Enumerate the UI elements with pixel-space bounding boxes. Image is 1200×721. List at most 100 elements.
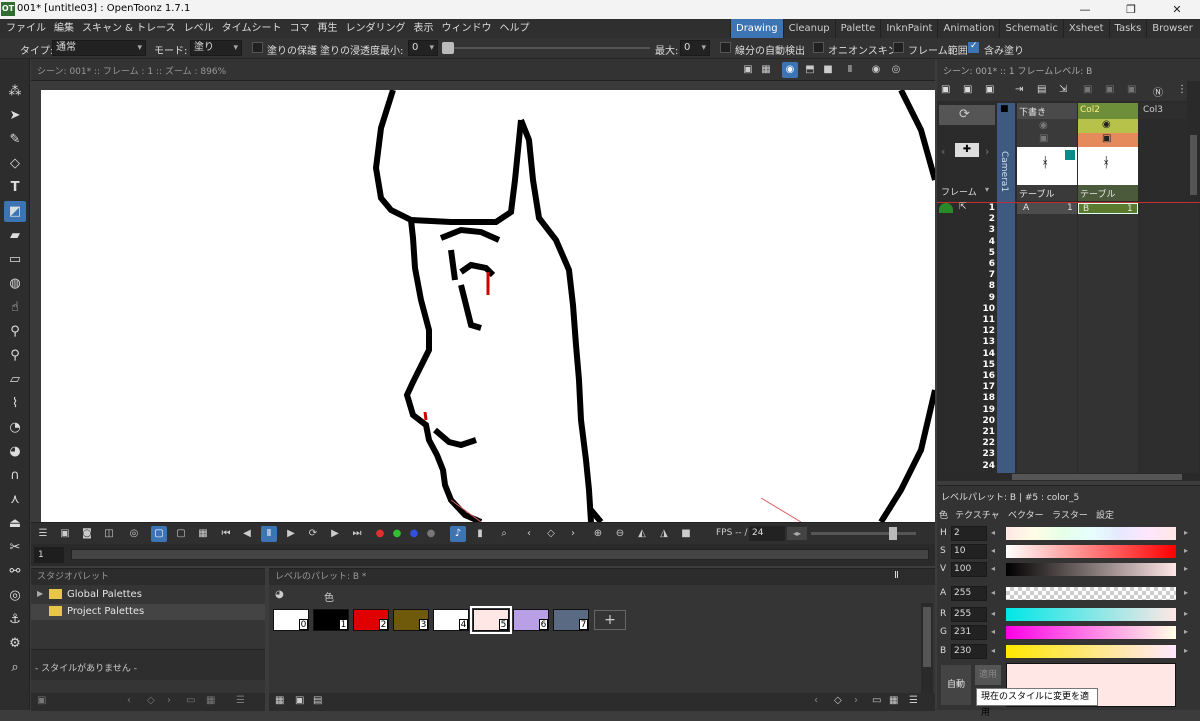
room-tab-cleanup[interactable]: Cleanup [782, 19, 835, 38]
row-number[interactable]: 14 [957, 349, 995, 360]
prev-icon[interactable]: ‹ [941, 145, 945, 158]
grid-icon[interactable]: ▦ [206, 695, 215, 706]
channel-slider[interactable] [1006, 545, 1176, 558]
decrement-icon[interactable]: ◂ [991, 528, 995, 537]
room-tab-animation[interactable]: Animation [937, 19, 999, 38]
iron-tool-icon[interactable]: ⏏ [4, 513, 26, 534]
increment-icon[interactable]: ▸ [1184, 546, 1188, 555]
column-pegbar-1[interactable]: テーブル [1017, 185, 1077, 201]
menu-item[interactable]: ファイル [2, 19, 50, 38]
style-tab[interactable]: 色 [939, 508, 948, 521]
room-tab-xsheet[interactable]: Xsheet [1062, 19, 1109, 38]
bg-black-icon[interactable]: ▢ [173, 526, 189, 542]
eye-icon[interactable]: ◉ [1039, 120, 1048, 131]
new-memo-button[interactable]: ✚ [955, 143, 979, 157]
style-swatch[interactable]: 6 [513, 609, 549, 631]
row-number[interactable]: 6 [957, 259, 995, 270]
cell-2-1[interactable]: B 1 [1078, 203, 1138, 214]
row-number[interactable]: 23 [957, 449, 995, 460]
range-checkbox[interactable] [893, 42, 904, 53]
new-raster-icon[interactable]: ▣ [985, 84, 994, 95]
style-tab[interactable]: 設定 [1096, 508, 1114, 521]
row-number[interactable]: 9 [957, 293, 995, 304]
decrement-icon[interactable]: ◂ [991, 546, 995, 555]
freeze-icon[interactable]: Ⅱ [842, 62, 858, 78]
row-number[interactable]: 15 [957, 360, 995, 371]
style-swatch[interactable]: 2 [353, 609, 389, 631]
prev-frame-icon[interactable]: ◀ [239, 526, 255, 542]
room-tab-drawing[interactable]: Drawing [730, 19, 783, 38]
onion-checkbox[interactable] [813, 42, 824, 53]
column-camstand-toggle-2[interactable]: ▣ [1078, 133, 1138, 147]
cell-1-1[interactable]: A 1 [1017, 203, 1077, 214]
cutter-tool-icon[interactable]: ✂ [4, 537, 26, 558]
row-number[interactable]: 5 [957, 248, 995, 259]
channel-field[interactable]: 255 [951, 586, 987, 601]
apply-button[interactable]: 適用 [975, 665, 1001, 685]
channel-field[interactable]: 231 [951, 625, 987, 640]
viewer-area[interactable] [31, 81, 935, 522]
increment-icon[interactable]: ▸ [1184, 609, 1188, 618]
min-field[interactable]: 0 [408, 40, 438, 56]
channel-slider[interactable] [1006, 563, 1176, 576]
menu-item[interactable]: コマ [285, 19, 313, 38]
column-header-1[interactable]: 下書き [1017, 103, 1077, 119]
frame-slider[interactable] [71, 549, 929, 560]
xsheet-h-scrollbar[interactable] [937, 473, 1200, 481]
row-number[interactable]: 12 [957, 326, 995, 337]
decrement-icon[interactable]: ◂ [991, 609, 995, 618]
row-number[interactable]: 13 [957, 337, 995, 348]
menu-item[interactable]: ウィンドウ [437, 19, 495, 38]
increment-icon[interactable]: ▸ [1184, 528, 1188, 537]
decrement-icon[interactable]: ◂ [991, 588, 995, 597]
row-number[interactable]: 2 [957, 214, 995, 225]
increment-icon[interactable]: ▸ [1184, 646, 1188, 655]
fps-stepper[interactable]: ◂▸ [787, 527, 807, 540]
blue-channel-icon[interactable]: ● [406, 526, 422, 542]
brush-tool-icon[interactable]: ✎ [4, 129, 26, 150]
decrement-icon[interactable]: ◂ [991, 646, 995, 655]
finger-tool-icon[interactable]: ☝ [4, 297, 26, 318]
camera-stand-icon[interactable]: ◉ [782, 62, 798, 78]
increment-icon[interactable]: ▸ [1184, 588, 1188, 597]
field-guide-icon[interactable]: ▦ [758, 62, 774, 78]
channel-field[interactable]: 10 [951, 544, 987, 559]
green-channel-icon[interactable]: ● [389, 526, 405, 542]
style-swatch[interactable]: 0 [273, 609, 309, 631]
next-icon[interactable]: › [985, 145, 989, 158]
paint-brush-tool-icon[interactable]: ▰ [4, 225, 26, 246]
row-number[interactable]: 16 [957, 371, 995, 382]
3d-view-icon[interactable]: ⬒ [802, 62, 818, 78]
tree-item-project[interactable]: Project Palettes [31, 604, 265, 620]
view-icon[interactable]: ▭ [872, 695, 881, 706]
column-pegbar-2[interactable]: テーブル [1078, 185, 1138, 201]
menu-icon[interactable]: ☰ [909, 695, 918, 706]
step-icon[interactable]: ▣ [1127, 84, 1136, 95]
room-tab-schematic[interactable]: Schematic [999, 19, 1062, 38]
menu-item[interactable]: タイムシート [218, 19, 286, 38]
skeleton-tool-icon[interactable]: ⚯ [4, 561, 26, 582]
freeze-icon[interactable]: Ⅱ [894, 570, 899, 581]
histogram-icon[interactable]: ▮ [472, 526, 488, 542]
type-select[interactable]: 通常 [52, 40, 146, 56]
menu-item[interactable]: 表示 [409, 19, 437, 38]
magnet-tool-icon[interactable]: ∩ [4, 465, 26, 486]
tree-item-global[interactable]: ▶ Global Palettes [31, 587, 265, 603]
row-number[interactable]: 19 [957, 405, 995, 416]
open-icon[interactable]: ▤ [1037, 84, 1046, 95]
decrement-icon[interactable]: ◂ [991, 564, 995, 573]
style-swatch[interactable]: 7 [553, 609, 589, 631]
room-tab-browser[interactable]: Browser [1146, 19, 1198, 38]
next-key-icon[interactable]: › [565, 526, 581, 542]
matte-channel-icon[interactable]: ● [423, 526, 439, 542]
channel-slider[interactable] [1006, 626, 1176, 639]
mode-select[interactable]: 塗り [190, 40, 242, 56]
row-number[interactable]: 21 [957, 427, 995, 438]
plastic-tool-icon[interactable]: ⚙ [4, 633, 26, 654]
camstand-icon[interactable]: ▣ [1039, 133, 1048, 144]
menu-item[interactable]: レベル [180, 19, 218, 38]
column-toggles-1[interactable]: ◉ ▣ [1017, 119, 1077, 147]
selective-checkbox[interactable] [968, 41, 979, 53]
prev-key-icon[interactable]: ‹ [521, 526, 537, 542]
next-frame-icon[interactable]: ▶ [327, 526, 343, 542]
